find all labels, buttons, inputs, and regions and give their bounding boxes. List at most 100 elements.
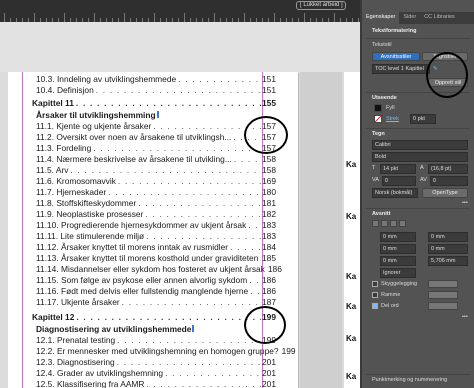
space-before-input[interactable]: 0 mm	[380, 244, 416, 254]
facing-page[interactable]: Ka Ka Ka Ka Ka Ka	[344, 72, 360, 388]
toc-entry-title: 12.5. Klassifisering fra AAMR	[36, 379, 145, 388]
annotation-circle-create-style	[426, 52, 468, 98]
tab-cc-libraries[interactable]: CC Libraries	[420, 12, 459, 24]
ignore-select[interactable]: Ignorer	[380, 268, 416, 278]
toc-page-number: 186	[262, 275, 276, 285]
toc-entry-title: 11.11. Lite stimulerende miljø	[36, 231, 145, 241]
toc-entry[interactable]: 11.10. Progredierende hjernesykdommer av…	[36, 220, 276, 231]
first-line-indent-input[interactable]: 0 mm	[380, 256, 416, 266]
tracking-input[interactable]: 0	[382, 176, 416, 186]
kerning-input[interactable]: 0	[430, 176, 468, 186]
paragraph-style-select[interactable]: TOC level 1 Kapittel	[372, 64, 430, 74]
toc-entry[interactable]: 12.2. Er mennesker med utviklingshemning…	[36, 346, 296, 357]
last-line-indent-input[interactable]: 5,706 mm	[428, 256, 468, 266]
font-family-select[interactable]: Calibri	[372, 140, 468, 150]
toc-entry[interactable]: 11.13. Årsaker knyttet til morens kostho…	[36, 253, 276, 264]
toc-entry[interactable]: 11.8. Stoffskifteskydommer 181	[36, 198, 276, 209]
toc-entry[interactable]: 12.4. Grader av utviklingshemning 201	[36, 368, 276, 379]
toc-entry[interactable]: 11.12. Årsaker knyttet til morens inntak…	[36, 242, 276, 253]
ruler-tick	[214, 13, 215, 22]
toc-entry-title: 10.4. Definisjon	[36, 85, 94, 95]
toc-entry[interactable]: 11.4. Nærmere beskrivelse av årsakene ti…	[36, 154, 276, 165]
toc-entry[interactable]: 10.4. Definisjon 151	[36, 85, 276, 96]
toc-entry[interactable]: 11.16. Født med delvis eller fullstendig…	[36, 286, 276, 297]
align-left-icon[interactable]	[372, 220, 379, 227]
divider	[366, 128, 470, 129]
font-size-input[interactable]: 14 pkt	[380, 164, 416, 174]
facing-page-text: Ka	[346, 160, 357, 169]
frame-color-swatch[interactable]	[428, 291, 458, 299]
toc-page-number: 169	[262, 176, 276, 186]
stroke-weight-input[interactable]: 0 pkt	[410, 114, 436, 124]
toc-entry[interactable]: 10.3. Inndeling av utviklingshemmede 151	[36, 74, 276, 85]
toc-entry[interactable]: 11.15. Som følge av psykose eller annen …	[36, 275, 276, 286]
toc-entry[interactable]: 11.6. Kromosomavvik 169	[36, 176, 276, 187]
tracking-icon: VA	[372, 177, 379, 183]
shading-checkbox[interactable]	[372, 281, 378, 287]
toc-text-frame[interactable]: 10.3. Inndeling av utviklingshemmede1511…	[32, 72, 296, 388]
toc-entry[interactable]: 11.1. Kjente og ukjente årsaker157	[36, 121, 276, 132]
toc-dot-leader	[120, 297, 261, 307]
opentype-button[interactable]: OpenType	[422, 188, 468, 198]
hyphenate-checkbox[interactable]	[372, 303, 378, 309]
document-canvas[interactable]: 10.3. Inndeling av utviklingshemmede1511…	[0, 22, 360, 388]
toc-entry[interactable]: 11.11. Lite stimulerende miljø 183	[36, 231, 276, 242]
toc-entry-title: 11.5. Arv	[36, 165, 69, 175]
tab-sider[interactable]: Sider	[399, 12, 420, 24]
toc-chapter-entry[interactable]: Kapittel 11 155	[32, 98, 276, 109]
facing-page-text: Ka	[346, 272, 357, 281]
frame-label: Ramme	[381, 292, 401, 298]
stroke-swatch-icon[interactable]	[374, 115, 382, 123]
more-options-icon[interactable]: •••	[462, 314, 468, 320]
toc-dot-leader	[116, 176, 261, 186]
fill-swatch-icon[interactable]	[374, 104, 382, 112]
font-size-icon: T	[372, 165, 376, 171]
toc-entry[interactable]: 11.3. Fordeling157	[36, 143, 276, 154]
toc-entry[interactable]: 11.7. Hjerneskader 180	[36, 187, 276, 198]
font-style-select[interactable]: Bold	[372, 152, 468, 162]
toc-entry[interactable]: 11.17. Ukjente årsaker187	[36, 297, 276, 308]
toc-chapter-subtitle[interactable]: Årsaker til utviklingshemming	[36, 110, 276, 121]
shading-color-swatch[interactable]	[428, 280, 458, 288]
space-after-input[interactable]: 0 mm	[428, 244, 468, 254]
toc-entry[interactable]: 12.5. Klassifisering fra AAMR 201	[36, 379, 276, 388]
paragraph-styles-button[interactable]: Avsnittsstiler	[372, 52, 420, 61]
align-right-icon[interactable]	[390, 220, 397, 227]
toc-dot-leader	[91, 143, 261, 153]
toc-entry-title: 11.10. Progredierende hjernesykdommer av…	[36, 220, 247, 230]
toc-entry[interactable]: 11.2. Oversikt over noen av årsakene til…	[36, 132, 276, 143]
left-indent-input[interactable]: 0 mm	[380, 232, 416, 242]
toc-entry-title: 11.2. Oversikt over noen av årsakene til…	[36, 132, 232, 142]
more-options-icon[interactable]: •••	[462, 200, 468, 206]
toc-dot-leader	[247, 275, 261, 285]
toc-chapter-subtitle[interactable]: Diagnostisering av utviklingshemmede	[36, 324, 276, 335]
frame-checkbox[interactable]	[372, 292, 378, 298]
right-indent-input[interactable]: 0 mm	[428, 232, 468, 242]
toc-page-number: 151	[262, 74, 276, 84]
toc-entry[interactable]: 12.1. Prenatal testing199	[36, 335, 276, 346]
leading-input[interactable]: (16,8 pt)	[428, 164, 468, 174]
toc-page-number: 183	[262, 231, 276, 241]
facing-page-text: Ka	[346, 334, 357, 343]
section-textstil-heading: Tekststil	[372, 42, 392, 48]
toolbar-workspace-pill[interactable]: [ Lukket arbeid ]	[296, 1, 346, 10]
stroke-label[interactable]: Strek	[386, 116, 399, 122]
fill-label: Fyll	[386, 105, 395, 111]
align-center-icon[interactable]	[381, 220, 388, 227]
language-select[interactable]: Norsk (bokmål)	[372, 188, 418, 198]
grid-align-swatch[interactable]	[428, 302, 458, 310]
shading-label: Skyggelegging	[381, 281, 418, 287]
ruler-tick	[64, 13, 65, 22]
toc-entry-title: 11.6. Kromosomavvik	[36, 176, 116, 186]
toc-entry[interactable]: 11.5. Arv 158	[36, 165, 276, 176]
tab-egenskaper[interactable]: Egenskaper	[362, 12, 400, 24]
toc-entry-title: 11.3. Fordeling	[36, 143, 92, 153]
toc-entry[interactable]: 11.14. Misdannelser eller sykdom hos fos…	[36, 264, 282, 275]
toc-page-number: 180	[262, 187, 276, 197]
toc-entry[interactable]: 12.3. Diagnostisering 201	[36, 357, 276, 368]
toc-entry[interactable]: 11.9. Neoplastiske prosesser 182	[36, 209, 276, 220]
horizontal-ruler	[0, 13, 360, 22]
justify-icon[interactable]	[399, 220, 406, 227]
toc-chapter-entry[interactable]: Kapittel 12199	[32, 312, 276, 323]
panel-tabs: Egenskaper Sider CC Libraries	[362, 12, 474, 24]
